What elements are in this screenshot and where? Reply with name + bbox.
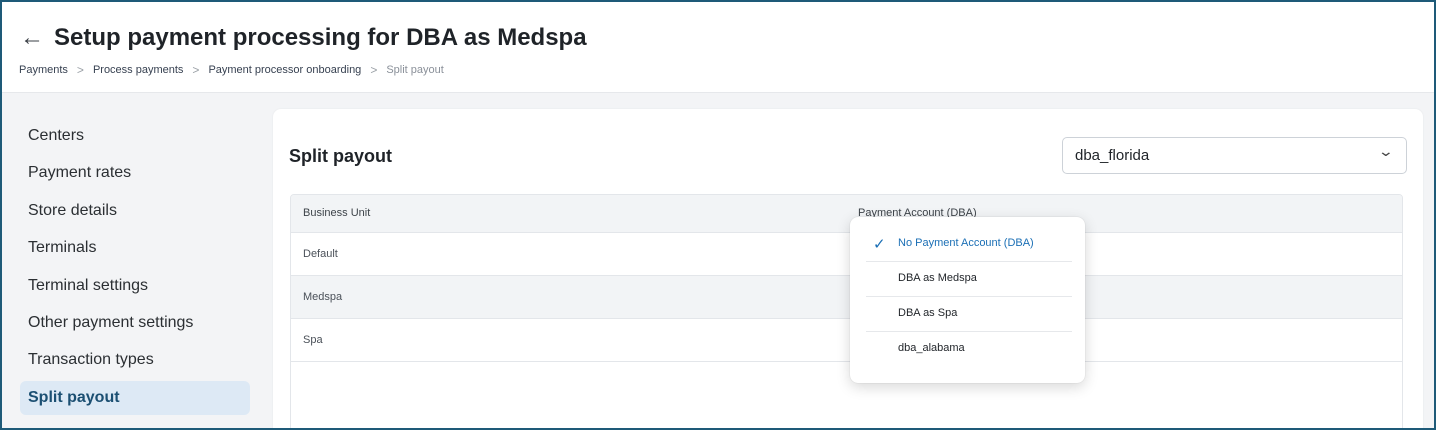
option-dba-alabama[interactable]: dba_alabama	[866, 331, 1072, 366]
business-unit-cell: Default	[303, 248, 338, 260]
check-icon: ✓	[873, 236, 886, 253]
table-row: Spa	[291, 319, 1402, 362]
breadcrumb-payments[interactable]: Payments	[19, 64, 68, 76]
sidebar-item-centers[interactable]: Centers	[20, 119, 250, 153]
sidebar-item-split-payout[interactable]: Split payout	[20, 380, 250, 415]
page-header: ← Setup payment processing for DBA as Me…	[2, 2, 1434, 93]
payment-account-dropdown: ✓ No Payment Account (DBA) DBA as Medspa…	[850, 217, 1085, 383]
settings-sidebar: Centers Payment rates Store details Term…	[20, 119, 250, 418]
option-label: dba_alabama	[898, 342, 965, 354]
section-title: Split payout	[289, 146, 392, 166]
column-header-business-unit: Business Unit	[303, 207, 371, 219]
table-header: Business Unit Payment Account (DBA)	[291, 195, 1402, 233]
option-label: No Payment Account (DBA)	[898, 237, 1034, 249]
breadcrumb-current: Split payout	[386, 64, 444, 76]
table-row: Default	[291, 233, 1402, 276]
breadcrumb: Payments > Process payments > Payment pr…	[19, 63, 444, 77]
split-payout-card: Split payout dba_florida ⌄ Business Unit…	[273, 109, 1423, 428]
chevron-down-icon: ⌄	[1377, 143, 1395, 159]
option-dba-as-spa[interactable]: DBA as Spa	[866, 296, 1072, 332]
sidebar-item-terminals[interactable]: Terminals	[20, 231, 250, 265]
arrow-left-icon[interactable]: ←	[20, 24, 44, 52]
dba-select[interactable]: dba_florida ⌄	[1062, 137, 1407, 174]
dba-select-value: dba_florida	[1075, 147, 1150, 164]
sidebar-item-terminal-settings[interactable]: Terminal settings	[20, 269, 250, 303]
option-no-payment-account[interactable]: ✓ No Payment Account (DBA)	[866, 226, 1072, 262]
breadcrumb-processor-onboarding[interactable]: Payment processor onboarding	[208, 64, 361, 76]
chevron-right-icon: >	[76, 63, 84, 77]
app-window: ← Setup payment processing for DBA as Me…	[0, 0, 1436, 430]
table-row: Medspa	[291, 276, 1402, 319]
page-title: Setup payment processing for DBA as Meds…	[54, 24, 587, 51]
breadcrumb-process-payments[interactable]: Process payments	[93, 64, 183, 76]
sidebar-item-transaction-types[interactable]: Transaction types	[20, 343, 250, 377]
sidebar-item-other-payment-settings[interactable]: Other payment settings	[20, 306, 250, 340]
option-label: DBA as Medspa	[898, 272, 977, 284]
option-label: DBA as Spa	[898, 307, 958, 319]
chevron-right-icon: >	[370, 63, 378, 77]
business-unit-cell: Medspa	[303, 291, 343, 303]
business-unit-cell: Spa	[303, 334, 323, 346]
sidebar-item-payment-rates[interactable]: Payment rates	[20, 156, 250, 190]
split-payout-table: Business Unit Payment Account (DBA) Defa…	[290, 194, 1403, 428]
chevron-right-icon: >	[192, 63, 200, 77]
option-dba-as-medspa[interactable]: DBA as Medspa	[866, 261, 1072, 297]
sidebar-item-store-details[interactable]: Store details	[20, 194, 250, 228]
